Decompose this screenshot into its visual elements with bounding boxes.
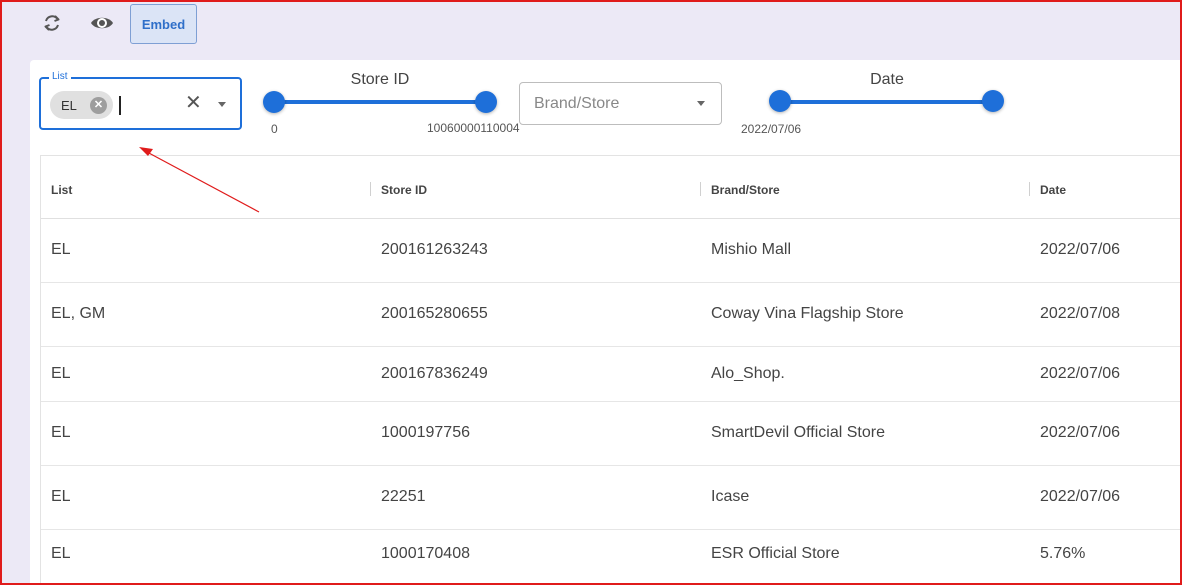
refresh-icon[interactable] — [38, 9, 66, 37]
date-slider-title: Date — [870, 71, 904, 88]
brand-store-placeholder: Brand/Store — [534, 95, 620, 112]
table-row[interactable]: EL 200161263243 Mishio Mall 2022/07/06 — [41, 219, 1182, 283]
cell-store-id: 22251 — [381, 488, 426, 505]
text-cursor[interactable] — [119, 96, 121, 115]
cell-list: EL — [51, 488, 71, 505]
cell-list: EL — [51, 545, 71, 562]
column-separator[interactable] — [370, 182, 371, 196]
column-header-store-id[interactable]: Store ID — [381, 183, 427, 197]
embed-button[interactable]: Embed — [130, 4, 197, 44]
table-row[interactable]: EL, GM 200165280655 Coway Vina Flagship … — [41, 283, 1182, 347]
store-id-min-value: 0 — [271, 122, 278, 136]
store-id-max-handle[interactable] — [475, 91, 497, 113]
cell-date: 2022/07/06 — [1040, 424, 1121, 441]
clear-icon[interactable]: ✕ — [185, 90, 202, 115]
store-id-max-value: 10060000110004 — [427, 121, 520, 135]
column-header-brand-store[interactable]: Brand/Store — [711, 183, 780, 197]
chip-remove-icon[interactable]: ✕ — [90, 97, 107, 114]
table-row[interactable]: EL 1000170408 ESR Official Store 5.76% — [41, 530, 1182, 585]
cell-store-id: 200165280655 — [381, 305, 488, 322]
toolbar: Embed — [0, 0, 1182, 58]
chip-label: EL — [61, 97, 77, 113]
date-min-handle[interactable] — [769, 90, 791, 112]
brand-store-select[interactable]: Brand/Store — [519, 82, 722, 125]
cell-list: EL — [51, 365, 71, 382]
cell-brand-store: ESR Official Store — [711, 545, 840, 562]
column-separator[interactable] — [1029, 182, 1030, 196]
cell-list: EL — [51, 424, 71, 441]
cell-brand-store: SmartDevil Official Store — [711, 424, 885, 441]
store-id-slider-title: Store ID — [350, 71, 410, 88]
cell-store-id: 1000170408 — [381, 545, 470, 562]
table-header: List Store ID Brand/Store Date — [41, 156, 1182, 219]
table-row[interactable]: EL 1000197756 SmartDevil Official Store … — [41, 402, 1182, 466]
table-row[interactable]: EL 22251 Icase 2022/07/06 — [41, 466, 1182, 530]
cell-date: 2022/07/06 — [1040, 241, 1121, 258]
list-chip-el[interactable]: EL ✕ — [50, 91, 113, 119]
table-row[interactable]: EL 200167836249 Alo_Shop. 2022/07/06 — [41, 347, 1182, 402]
column-header-list[interactable]: List — [51, 183, 72, 197]
cell-store-id: 200167836249 — [381, 365, 488, 382]
data-table: List Store ID Brand/Store Date EL 200161… — [40, 155, 1182, 585]
column-separator[interactable] — [700, 182, 701, 196]
store-id-slider-track[interactable] — [274, 100, 486, 104]
cell-date: 2022/07/06 — [1040, 365, 1121, 382]
chevron-down-icon[interactable] — [697, 101, 705, 106]
cell-list: EL, GM — [51, 305, 106, 322]
eye-icon[interactable] — [88, 9, 116, 37]
cell-brand-store: Alo_Shop. — [711, 365, 785, 382]
list-filter[interactable]: List EL ✕ ✕ — [39, 71, 242, 130]
cell-store-id: 1000197756 — [381, 424, 470, 441]
date-max-handle[interactable] — [982, 90, 1004, 112]
cell-brand-store: Icase — [711, 488, 750, 505]
column-header-date[interactable]: Date — [1040, 183, 1066, 197]
cell-brand-store: Mishio Mall — [711, 241, 792, 258]
cell-date: 5.76% — [1040, 545, 1086, 562]
date-slider-track[interactable] — [780, 100, 993, 104]
cell-store-id: 200161263243 — [381, 241, 488, 258]
date-min-value: 2022/07/06 — [741, 122, 802, 136]
chevron-down-icon[interactable] — [218, 102, 226, 107]
cell-list: EL — [51, 241, 71, 258]
cell-brand-store: Coway Vina Flagship Store — [711, 305, 904, 322]
cell-date: 2022/07/06 — [1040, 488, 1121, 505]
store-id-min-handle[interactable] — [263, 91, 285, 113]
cell-date: 2022/07/08 — [1040, 305, 1121, 322]
list-filter-legend: List — [49, 71, 71, 82]
